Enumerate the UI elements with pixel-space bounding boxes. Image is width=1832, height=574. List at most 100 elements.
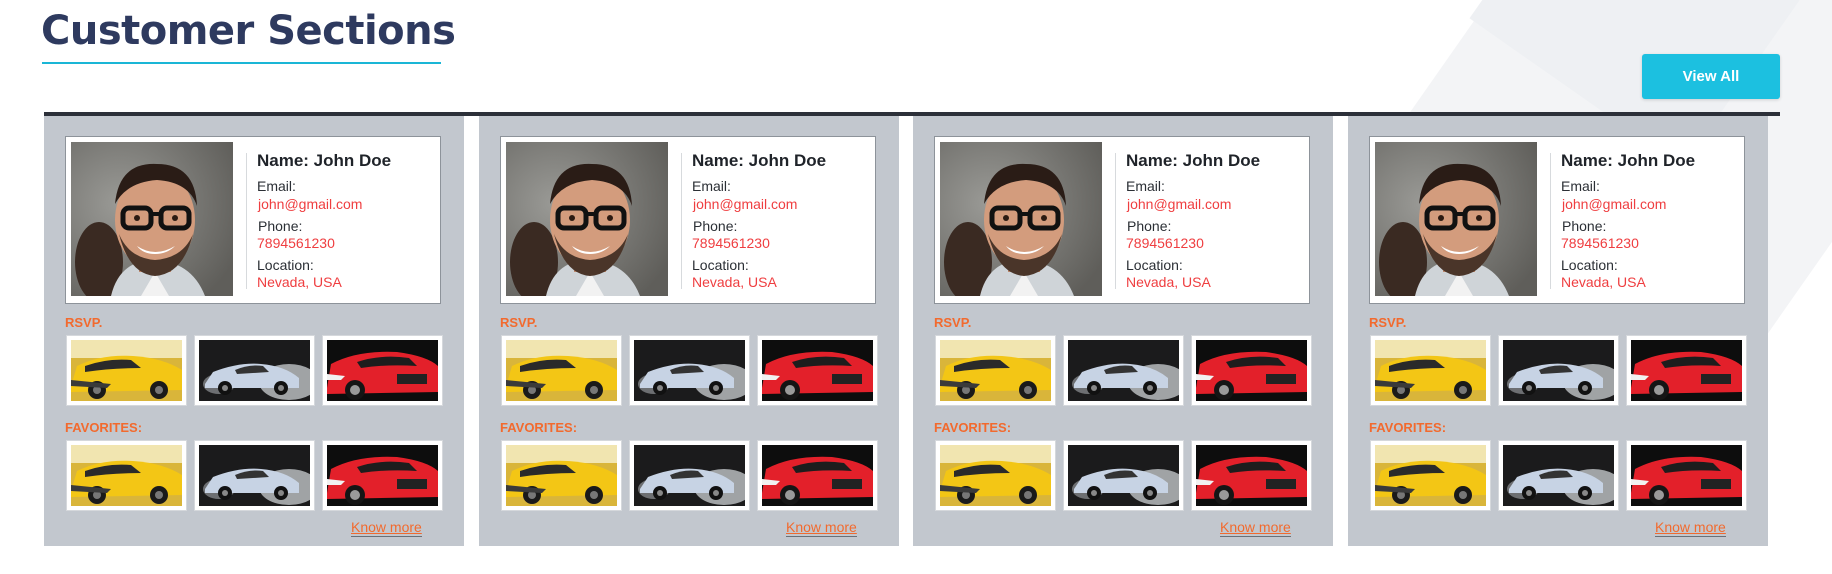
profile-box: Name: John Doe Email: john@gmail.com Pho…	[500, 136, 876, 304]
rsvp-car-thumbnail[interactable]	[323, 336, 442, 405]
favorite-car-thumbnail[interactable]	[1192, 441, 1311, 510]
red-car-icon	[1196, 445, 1307, 506]
silver-sports-car-smoke-image	[634, 340, 745, 401]
yellow-sports-car-image	[71, 340, 182, 401]
location-value: Nevada, USA	[692, 274, 777, 290]
rsvp-label: RSVP.	[500, 315, 538, 330]
divider	[1115, 153, 1116, 289]
yellow-car-icon	[506, 340, 617, 401]
location-value: Nevada, USA	[257, 274, 342, 290]
rsvp-car-thumbnail[interactable]	[502, 336, 621, 405]
red-car-icon	[327, 445, 438, 506]
rsvp-car-thumbnail[interactable]	[195, 336, 314, 405]
yellow-sports-car-image	[506, 340, 617, 401]
red-car-icon	[1196, 340, 1307, 401]
silver-car-icon	[1503, 445, 1614, 506]
man-portrait-icon	[506, 142, 668, 296]
yellow-car-icon	[71, 445, 182, 506]
favorite-car-thumbnail[interactable]	[67, 441, 186, 510]
rsvp-car-thumbnail[interactable]	[1499, 336, 1618, 405]
favorite-car-thumbnail[interactable]	[1371, 441, 1490, 510]
phone-label: Phone:	[1127, 218, 1172, 234]
location-label: Location:	[1561, 257, 1618, 273]
favorite-car-thumbnail[interactable]	[936, 441, 1055, 510]
email-link[interactable]: john@gmail.com	[1127, 196, 1231, 212]
location-label: Location:	[257, 257, 314, 273]
yellow-car-icon	[71, 340, 182, 401]
email-link[interactable]: john@gmail.com	[1562, 196, 1666, 212]
favorites-label: FAVORITES:	[934, 420, 1012, 435]
yellow-car-icon	[1375, 340, 1486, 401]
favorite-car-thumbnail[interactable]	[1064, 441, 1183, 510]
silver-car-icon	[199, 340, 310, 401]
email-label: Email:	[692, 178, 731, 194]
divider	[681, 153, 682, 289]
know-more-link[interactable]: Know more	[1220, 519, 1291, 537]
rsvp-car-thumbnail[interactable]	[758, 336, 877, 405]
email-label: Email:	[1126, 178, 1165, 194]
yellow-car-icon	[506, 445, 617, 506]
location-value: Nevada, USA	[1561, 274, 1646, 290]
email-link[interactable]: john@gmail.com	[258, 196, 362, 212]
email-link[interactable]: john@gmail.com	[693, 196, 797, 212]
favorites-label: FAVORITES:	[1369, 420, 1447, 435]
yellow-car-icon	[1375, 445, 1486, 506]
rsvp-car-thumbnail[interactable]	[936, 336, 1055, 405]
silver-sports-car-smoke-image	[1068, 340, 1179, 401]
rsvp-label: RSVP.	[934, 315, 972, 330]
yellow-sports-car-image	[940, 340, 1051, 401]
yellow-car-icon	[940, 445, 1051, 506]
phone-value: 7894561230	[692, 235, 770, 251]
favorite-car-thumbnail[interactable]	[1627, 441, 1746, 510]
favorite-car-thumbnail[interactable]	[323, 441, 442, 510]
yellow-sports-car-image	[940, 445, 1051, 506]
rsvp-label: RSVP.	[65, 315, 103, 330]
favorites-label: FAVORITES:	[65, 420, 143, 435]
red-car-icon	[327, 340, 438, 401]
silver-sports-car-smoke-image	[634, 445, 745, 506]
rsvp-car-thumbnail[interactable]	[1627, 336, 1746, 405]
profile-box: Name: John Doe Email: john@gmail.com Pho…	[934, 136, 1310, 304]
phone-label: Phone:	[693, 218, 738, 234]
customer-name: Name: John Doe	[692, 151, 827, 170]
customer-photo	[940, 142, 1102, 296]
red-sports-car-image	[327, 340, 438, 401]
customer-name: Name: John Doe	[257, 151, 392, 170]
favorite-car-thumbnail[interactable]	[630, 441, 749, 510]
yellow-sports-car-image	[71, 445, 182, 506]
red-car-icon	[1631, 340, 1742, 401]
silver-sports-car-smoke-image	[1503, 445, 1614, 506]
customer-card: Name: John Doe Email: john@gmail.com Pho…	[1348, 116, 1768, 546]
man-portrait-icon	[940, 142, 1102, 296]
red-car-icon	[762, 340, 873, 401]
rsvp-car-thumbnail[interactable]	[67, 336, 186, 405]
silver-car-icon	[1068, 445, 1179, 506]
customer-name: Name: John Doe	[1126, 151, 1261, 170]
know-more-link[interactable]: Know more	[1655, 519, 1726, 537]
silver-car-icon	[199, 445, 310, 506]
view-all-button[interactable]: View All	[1642, 54, 1780, 99]
profile-box: Name: John Doe Email: john@gmail.com Pho…	[1369, 136, 1745, 304]
yellow-sports-car-image	[1375, 445, 1486, 506]
favorite-car-thumbnail[interactable]	[195, 441, 314, 510]
rsvp-car-thumbnail[interactable]	[1064, 336, 1183, 405]
red-sports-car-image	[762, 445, 873, 506]
red-sports-car-image	[1196, 340, 1307, 401]
favorite-car-thumbnail[interactable]	[758, 441, 877, 510]
man-portrait-icon	[1375, 142, 1537, 296]
favorite-car-thumbnail[interactable]	[502, 441, 621, 510]
customer-card: Name: John Doe Email: john@gmail.com Pho…	[913, 116, 1333, 546]
phone-value: 7894561230	[257, 235, 335, 251]
rsvp-car-thumbnail[interactable]	[1371, 336, 1490, 405]
customer-card: Name: John Doe Email: john@gmail.com Pho…	[44, 116, 464, 546]
know-more-link[interactable]: Know more	[786, 519, 857, 537]
rsvp-car-thumbnail[interactable]	[630, 336, 749, 405]
red-sports-car-image	[1631, 445, 1742, 506]
silver-car-icon	[1503, 340, 1614, 401]
yellow-sports-car-image	[1375, 340, 1486, 401]
rsvp-car-thumbnail[interactable]	[1192, 336, 1311, 405]
man-portrait-icon	[71, 142, 233, 296]
favorite-car-thumbnail[interactable]	[1499, 441, 1618, 510]
know-more-link[interactable]: Know more	[351, 519, 422, 537]
silver-sports-car-smoke-image	[199, 340, 310, 401]
